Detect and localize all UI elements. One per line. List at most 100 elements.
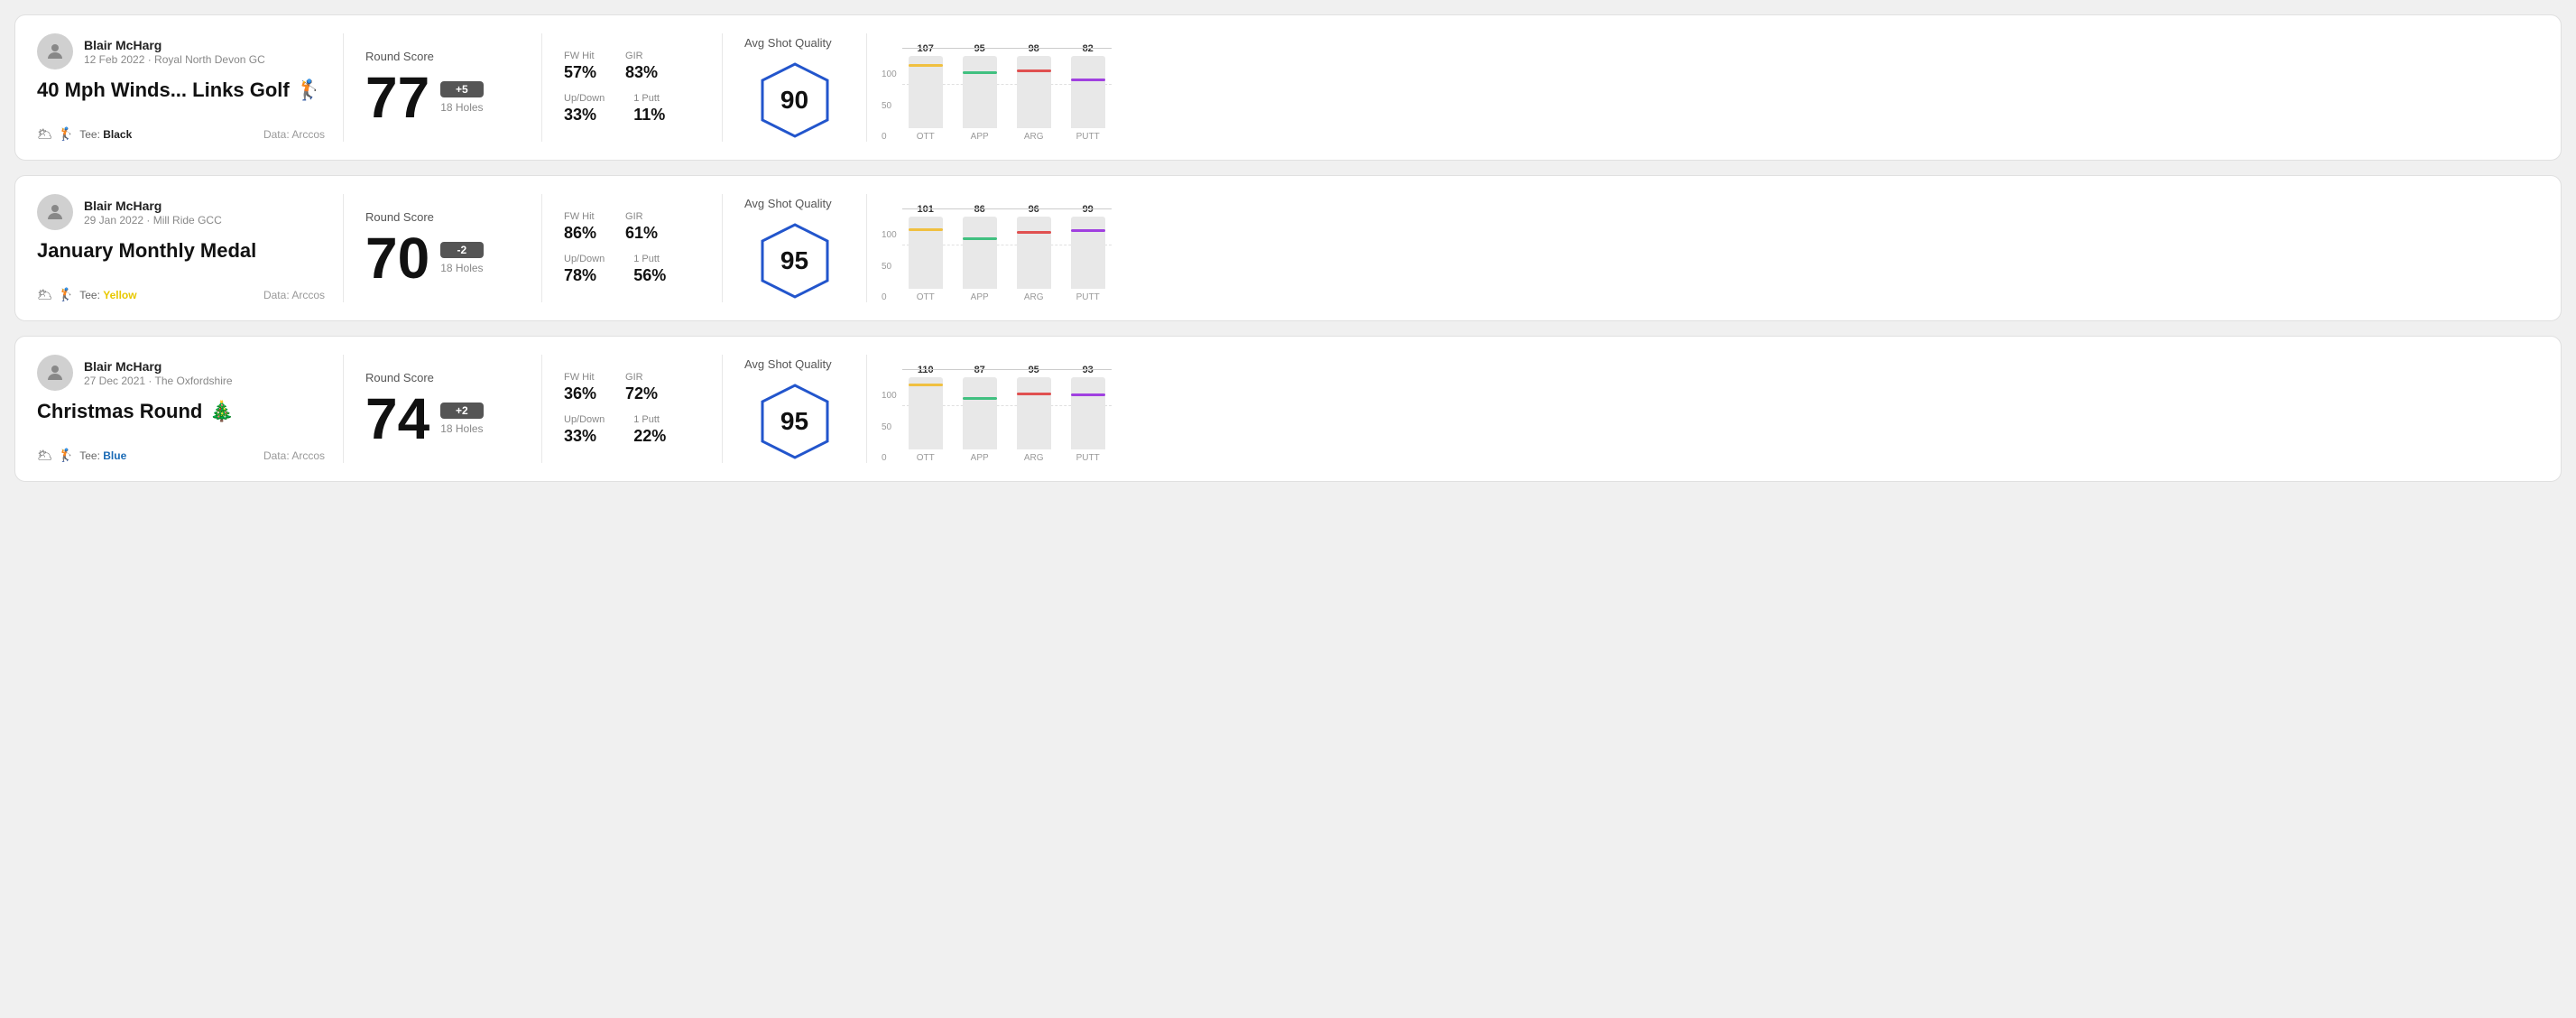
stat-gir: GIR 61%: [625, 211, 658, 243]
quality-label: Avg Shot Quality: [744, 357, 832, 371]
stat-fw-hit-label: FW Hit: [564, 211, 596, 222]
stat-updown-value: 78%: [564, 266, 605, 285]
quality-label: Avg Shot Quality: [744, 197, 832, 210]
hex-score: 95: [780, 246, 808, 275]
stat-oneputt: 1 Putt 11%: [633, 93, 665, 125]
stat-updown-label: Up/Down: [564, 93, 605, 104]
stat-oneputt-label: 1 Putt: [633, 414, 666, 425]
chart-group: 87APP: [956, 365, 1003, 463]
bar-fill: [963, 397, 997, 449]
chart-group: 95APP: [956, 43, 1003, 142]
stat-gir-label: GIR: [625, 211, 658, 222]
avatar: [37, 33, 73, 69]
round-title: 40 Mph Winds... Links Golf 🏌️: [37, 79, 325, 102]
hexagon: 95: [759, 382, 831, 461]
bag-icon: 🏌: [59, 448, 74, 463]
stat-fw-hit: FW Hit 36%: [564, 372, 596, 403]
quality-section: Avg Shot Quality 95: [723, 194, 867, 302]
score-number: 77: [365, 69, 429, 126]
score-badge: -2: [440, 242, 483, 258]
bar-fill: [909, 228, 943, 289]
bar-container: [1071, 377, 1105, 449]
quality-section: Avg Shot Quality 90: [723, 33, 867, 142]
data-source: Data: Arccos: [263, 289, 325, 301]
bottom-row: 🌥 🏌 Tee: Blue Data: Arccos: [37, 448, 325, 463]
chart-group: 96ARG: [1011, 204, 1057, 302]
bar-line: [1017, 231, 1051, 234]
score-number: 70: [365, 229, 429, 287]
score-row: 77 +5 18 Holes: [365, 69, 520, 126]
round-title: Christmas Round 🎄: [37, 400, 325, 423]
bar-container: [1017, 56, 1051, 128]
round-card: Blair McHarg 29 Jan 2022 · Mill Ride GCC…: [14, 175, 2562, 321]
chart-group: 86APP: [956, 204, 1003, 302]
score-section: Round Score 70 -2 18 Holes: [344, 194, 542, 302]
bar-line: [909, 384, 943, 386]
chart-group: 101OTT: [902, 204, 949, 302]
bar-fill: [1017, 393, 1051, 449]
bar-container: [1071, 217, 1105, 289]
left-section: Blair McHarg 29 Jan 2022 · Mill Ride GCC…: [37, 194, 344, 302]
quality-section: Avg Shot Quality 95: [723, 355, 867, 463]
stat-gir-value: 72%: [625, 384, 658, 403]
bar-container: [1017, 377, 1051, 449]
score-holes: 18 Holes: [440, 101, 483, 114]
stat-fw-hit-label: FW Hit: [564, 51, 596, 61]
stat-oneputt-value: 11%: [633, 106, 665, 125]
stat-oneputt-label: 1 Putt: [633, 254, 666, 264]
stat-updown: Up/Down 33%: [564, 93, 605, 125]
stat-updown-label: Up/Down: [564, 254, 605, 264]
stats-row-bottom: Up/Down 33% 1 Putt 22%: [564, 414, 700, 446]
left-section: Blair McHarg 12 Feb 2022 · Royal North D…: [37, 33, 344, 142]
stats-row-bottom: Up/Down 33% 1 Putt 11%: [564, 93, 700, 125]
weather-icon: 🌥: [37, 126, 53, 142]
bar-container: [909, 217, 943, 289]
bar-container: [963, 56, 997, 128]
stat-updown-value: 33%: [564, 427, 605, 446]
stat-oneputt-label: 1 Putt: [633, 93, 665, 104]
chart-group: 93PUTT: [1065, 365, 1112, 463]
round-title: January Monthly Medal: [37, 239, 325, 263]
user-info: Blair McHarg 29 Jan 2022 · Mill Ride GCC: [37, 194, 325, 230]
bar-fill: [1071, 79, 1105, 128]
bar-fill: [963, 71, 997, 128]
hexagon: 90: [759, 60, 831, 140]
bar-line: [963, 71, 997, 74]
bar-container: [909, 377, 943, 449]
score-badge-wrap: -2 18 Holes: [440, 242, 483, 274]
tee-label: Tee: Yellow: [79, 289, 136, 301]
score-section: Round Score 77 +5 18 Holes: [344, 33, 542, 142]
quality-label: Avg Shot Quality: [744, 36, 832, 50]
stat-gir: GIR 83%: [625, 51, 658, 82]
chart-group: 98ARG: [1011, 43, 1057, 142]
stat-gir: GIR 72%: [625, 372, 658, 403]
tee-info: 🌥 🏌 Tee: Black: [37, 126, 132, 142]
user-date: 29 Jan 2022 · Mill Ride GCC: [84, 214, 222, 227]
score-badge: +5: [440, 81, 483, 97]
stats-row-bottom: Up/Down 78% 1 Putt 56%: [564, 254, 700, 285]
stat-updown-label: Up/Down: [564, 414, 605, 425]
chart-section: 100500110OTT87APP95ARG93PUTT: [867, 355, 2539, 463]
stat-fw-hit: FW Hit 86%: [564, 211, 596, 243]
bar-container: [909, 56, 943, 128]
chart-section: 100500107OTT95APP98ARG82PUTT: [867, 33, 2539, 142]
chart-section: 100500101OTT86APP96ARG99PUTT: [867, 194, 2539, 302]
bar-line: [909, 64, 943, 67]
bar-line: [909, 228, 943, 231]
stat-fw-hit-value: 36%: [564, 384, 596, 403]
score-number: 74: [365, 390, 429, 448]
bar-container: [963, 217, 997, 289]
stat-gir-label: GIR: [625, 372, 658, 383]
stats-section: FW Hit 36% GIR 72% Up/Down 33% 1 Putt 22…: [542, 355, 723, 463]
bar-line: [963, 397, 997, 400]
stats-row-top: FW Hit 36% GIR 72%: [564, 372, 700, 403]
score-badge-wrap: +5 18 Holes: [440, 81, 483, 114]
avatar: [37, 355, 73, 391]
data-source: Data: Arccos: [263, 449, 325, 462]
round-card: Blair McHarg 27 Dec 2021 · The Oxfordshi…: [14, 336, 2562, 482]
avatar: [37, 194, 73, 230]
bar-fill: [909, 384, 943, 449]
user-name: Blair McHarg: [84, 38, 265, 52]
stats-section: FW Hit 57% GIR 83% Up/Down 33% 1 Putt 11…: [542, 33, 723, 142]
weather-icon: 🌥: [37, 287, 53, 302]
